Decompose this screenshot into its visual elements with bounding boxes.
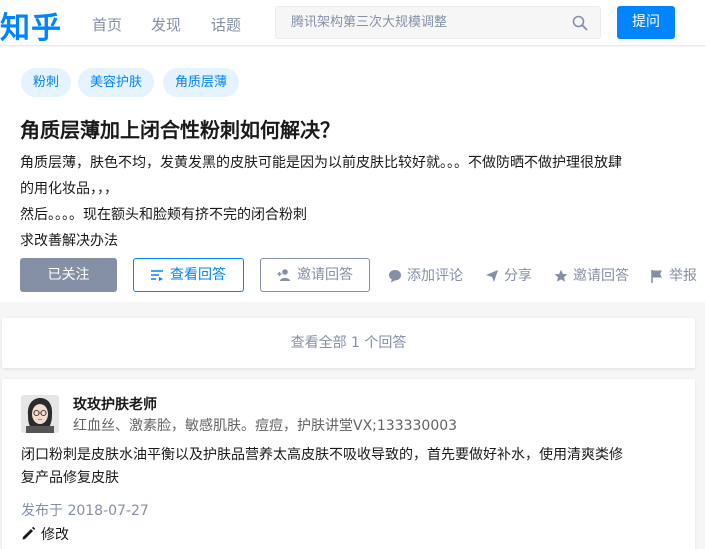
search-box [275, 6, 601, 39]
question-card: 粉刺 美容护肤 角质层薄 角质层薄加上闭合性粉刺如何解决？ 角质层薄，肤色不均，… [0, 47, 705, 302]
nav-explore[interactable]: 发现 [151, 14, 181, 35]
question-title: 角质层薄加上闭合性粉刺如何解决？ [20, 118, 340, 142]
report-action[interactable]: 举报 [650, 268, 697, 284]
topic-tag[interactable]: 美容护肤 [78, 68, 155, 97]
comment-icon [389, 270, 401, 283]
share-action[interactable]: 分享 [485, 268, 532, 284]
topic-tag[interactable]: 粉刺 [21, 68, 72, 97]
invite-button[interactable]: 邀请回答 [260, 258, 370, 292]
search-input[interactable] [276, 7, 566, 38]
author-bio: 红血丝、激素脸，敏感肌肤。痘痘，护肤讲堂VX;133330003 [73, 418, 458, 434]
share-icon [486, 270, 498, 282]
detail-line: 然后。。。。现在额头和脸颊有挤不完的闭合粉刺 [20, 207, 307, 223]
view-answers-button[interactable]: 查看回答 [133, 258, 244, 292]
invite-label: 邀请回答 [297, 267, 353, 283]
answer-card: 玫玫护肤老师 红血丝、激素脸，敏感肌肤。痘痘，护肤讲堂VX;133330003 … [2, 379, 695, 549]
author-name[interactable]: 玫玫护肤老师 [73, 394, 157, 414]
invite-answer-action[interactable]: 邀请回答 [554, 268, 629, 284]
add-comment-action[interactable]: 添加评论 [388, 268, 463, 284]
follow-button[interactable]: 已关注 [20, 258, 117, 292]
detail-line: 求改善解决办法 [20, 233, 118, 249]
add-comment-label: 添加评论 [407, 268, 463, 284]
question-detail: 角质层薄，肤色不均，发黄发黑的皮肤可能是因为以前皮肤比较好就。。。不做防晒不做护… [20, 150, 700, 254]
share-label: 分享 [504, 268, 532, 284]
topic-tag[interactable]: 角质层薄 [163, 68, 240, 97]
answer-line: 复产品修复皮肤 [21, 470, 119, 486]
ask-button[interactable]: 提问 [617, 6, 675, 39]
publish-date[interactable]: 发布于 2018-07-27 [21, 500, 149, 520]
invite-answer-label: 邀请回答 [573, 268, 629, 284]
detail-line: 的用化妆品，，， [20, 181, 118, 197]
top-bar: 知乎 首页 发现 话题 提问 [0, 0, 705, 46]
zhihu-logo[interactable]: 知乎 [0, 3, 62, 47]
report-label: 举报 [669, 268, 697, 284]
answer-line: 闭口粉刺是皮肤水油平衡以及护肤品营养太高皮肤不吸收导致的，首先要做好补水，使用清… [21, 447, 623, 463]
search-icon[interactable] [572, 15, 588, 31]
star-icon [554, 269, 568, 282]
flag-icon [651, 270, 662, 283]
add-user-icon [277, 269, 290, 281]
avatar-image [21, 395, 59, 433]
avatar[interactable] [21, 395, 59, 433]
edit-button[interactable]: 修改 [21, 524, 69, 544]
answer-content: 闭口粉刺是皮肤水油平衡以及护肤品营养太高皮肤不吸收导致的，首先要做好补水，使用清… [21, 444, 681, 490]
view-all-answers-link[interactable]: 查看全部 1 个回答 [2, 318, 695, 368]
detail-line: 角质层薄，肤色不均，发黄发黑的皮肤可能是因为以前皮肤比较好就。。。不做防晒不做护… [20, 155, 622, 171]
nav-topics[interactable]: 话题 [211, 14, 241, 35]
view-answers-icon [151, 270, 163, 281]
view-answers-label: 查看回答 [170, 267, 226, 283]
edit-label: 修改 [41, 527, 69, 543]
pencil-icon [22, 526, 36, 540]
nav-home[interactable]: 首页 [92, 14, 122, 35]
